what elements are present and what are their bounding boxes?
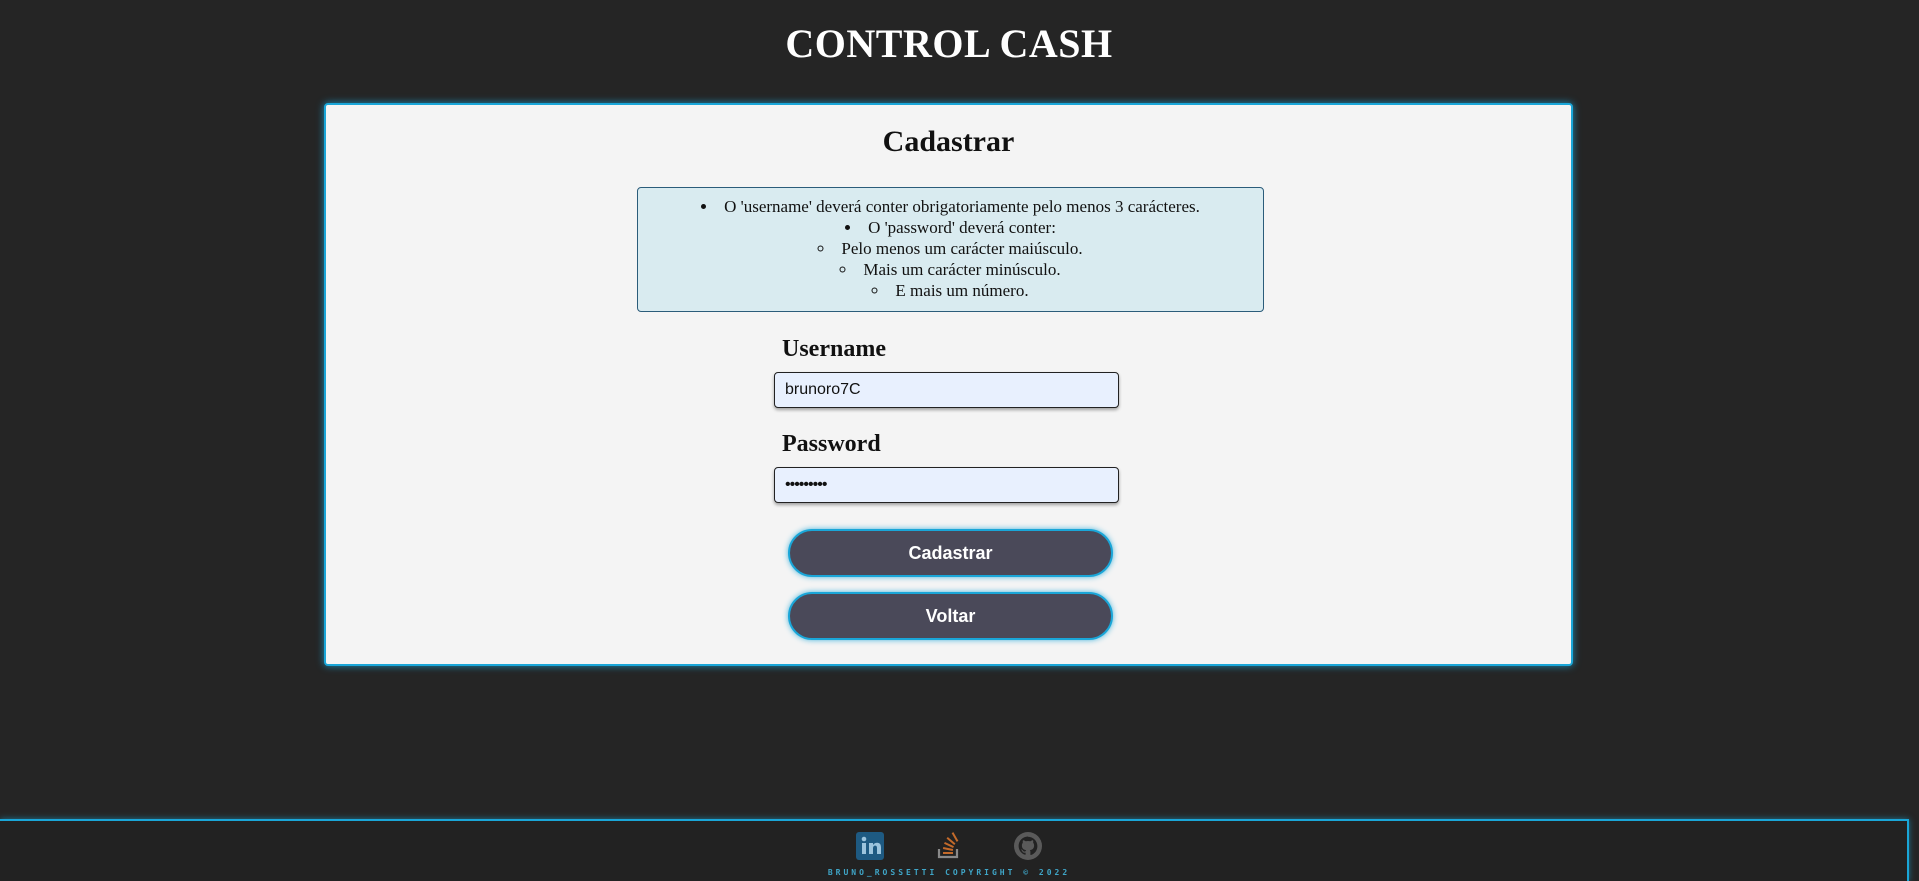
password-input[interactable] bbox=[774, 467, 1119, 503]
form-title: Cadastrar bbox=[882, 125, 1015, 158]
password-subrule: E mais um número. bbox=[638, 280, 1263, 301]
password-rule-text: O 'password' deverá conter: bbox=[868, 218, 1056, 237]
copyright-text: BRUNO_ROSSETTI COPYRIGHT © 2022 bbox=[827, 868, 1071, 877]
app-title: CONTROL CASH bbox=[785, 21, 1113, 66]
github-icon[interactable] bbox=[1013, 831, 1043, 861]
rules-box: O 'username' deverá conter obrigatoriame… bbox=[637, 187, 1264, 312]
password-label: Password bbox=[782, 431, 881, 457]
stackoverflow-icon[interactable] bbox=[934, 831, 964, 861]
register-button[interactable]: Cadastrar bbox=[788, 529, 1113, 577]
password-subrule: Pelo menos um carácter maiúsculo. bbox=[638, 238, 1263, 259]
footer: BRUNO_ROSSETTI COPYRIGHT © 2022 bbox=[0, 819, 1909, 881]
password-rule: O 'password' deverá conter: Pelo menos u… bbox=[638, 217, 1263, 301]
username-input[interactable] bbox=[774, 372, 1119, 408]
username-label: Username bbox=[782, 336, 886, 362]
linkedin-icon[interactable] bbox=[855, 831, 885, 861]
back-button[interactable]: Voltar bbox=[788, 592, 1113, 640]
password-subrule: Mais um carácter minúsculo. bbox=[638, 259, 1263, 280]
username-rule: O 'username' deverá conter obrigatoriame… bbox=[638, 196, 1263, 217]
register-card: Cadastrar O 'username' deverá conter obr… bbox=[324, 103, 1573, 666]
